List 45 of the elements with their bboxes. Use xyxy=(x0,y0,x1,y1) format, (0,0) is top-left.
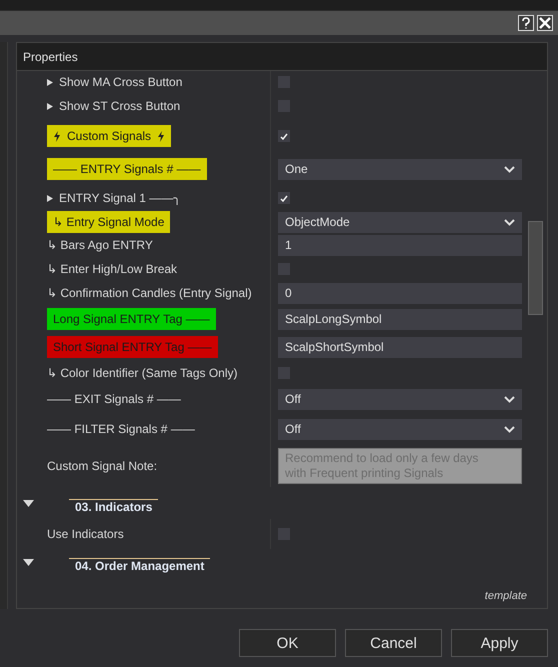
expand-icon[interactable] xyxy=(23,500,34,506)
scrollbar[interactable] xyxy=(528,221,543,315)
property-label: Show ST Cross Button xyxy=(59,99,180,113)
property-label: ↳ Bars Ago ENTRY xyxy=(47,238,153,252)
help-icon xyxy=(519,16,533,30)
chevron-down-icon xyxy=(504,396,515,402)
property-label: ↳ Enter High/Low Break xyxy=(47,262,178,276)
text-field[interactable]: 0 xyxy=(278,282,522,304)
checkbox[interactable] xyxy=(278,130,290,142)
property-label: —— EXIT Signals # —— xyxy=(47,392,181,406)
property-label: ↳ Entry Signal Mode xyxy=(47,211,170,233)
panel-title: Properties xyxy=(23,50,78,64)
checkbox[interactable] xyxy=(278,192,290,204)
property-label: ENTRY Signal 1 ——╮ xyxy=(59,191,180,205)
text-field[interactable]: ScalpShortSymbol xyxy=(278,336,522,358)
chevron-down-icon xyxy=(504,426,515,432)
help-button[interactable] xyxy=(518,15,534,31)
property-label: —— ENTRY Signals # —— xyxy=(47,158,207,180)
template-label: template xyxy=(484,590,527,602)
dialog-button[interactable]: OK xyxy=(239,629,336,657)
property-label: Custom Signal Note: xyxy=(47,459,158,473)
dropdown[interactable]: Off xyxy=(278,418,522,440)
property-label: Custom Signals xyxy=(47,125,172,147)
lightning-icon xyxy=(157,130,166,142)
dialog-button[interactable]: Apply xyxy=(451,629,548,657)
close-button[interactable] xyxy=(537,15,553,31)
property-label: —— FILTER Signals # —— xyxy=(47,422,195,436)
category-header[interactable]: 04. Order Management xyxy=(69,558,210,572)
property-label: Use Indicators xyxy=(47,527,124,541)
category-header[interactable]: 03. Indicators xyxy=(69,498,158,514)
chevron-down-icon xyxy=(504,166,515,172)
dropdown[interactable]: Off xyxy=(278,388,522,410)
expand-icon[interactable] xyxy=(23,558,34,566)
property-label: ↳ Confirmation Candles (Entry Signal) xyxy=(47,286,252,300)
text-field[interactable]: 1 xyxy=(278,234,522,256)
text-field[interactable]: ScalpLongSymbol xyxy=(278,308,522,330)
chevron-down-icon xyxy=(504,218,515,226)
dropdown[interactable]: ObjectMode xyxy=(278,212,522,232)
property-label: ↳ Color Identifier (Same Tags Only) xyxy=(47,366,238,380)
property-label: Short Signal ENTRY Tag —— xyxy=(47,336,218,358)
dropdown[interactable]: One xyxy=(278,158,522,180)
property-label: Long Signal ENTRY Tag —— xyxy=(47,308,216,330)
property-label: Show MA Cross Button xyxy=(59,75,182,89)
close-icon xyxy=(538,16,552,30)
dialog-button[interactable]: Cancel xyxy=(345,629,442,657)
